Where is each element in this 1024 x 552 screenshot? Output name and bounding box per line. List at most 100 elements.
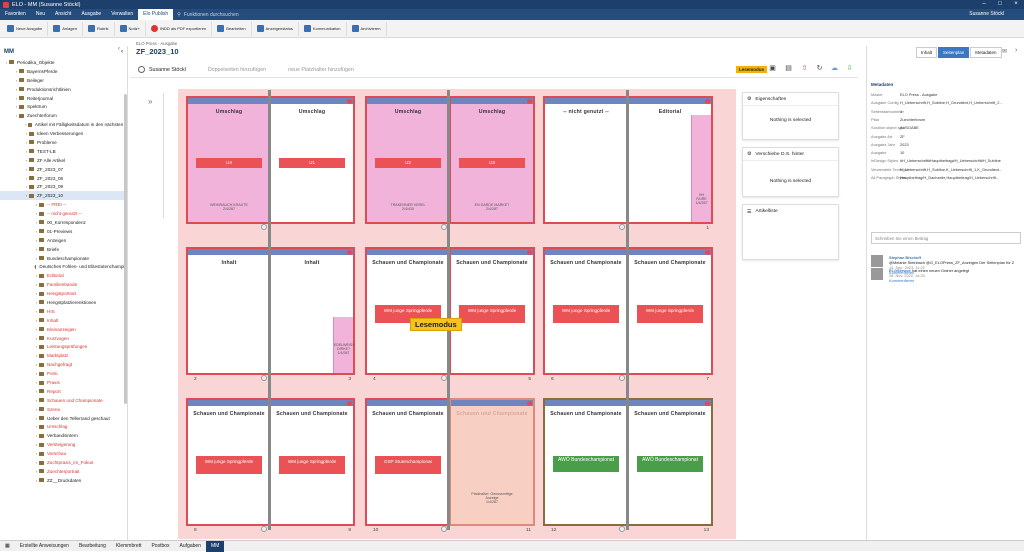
properties-header[interactable]: ⚙ Eigenschaften: [743, 93, 838, 106]
page-select-radio[interactable]: [261, 526, 267, 532]
tree-item[interactable]: › ZF_2023_09: [0, 182, 127, 191]
ad-placeholder[interactable]: EDELWEISS DIRKE? 1/4/287: [333, 317, 355, 373]
page-select-radio[interactable]: [261, 224, 267, 230]
tree-item[interactable]: › Leistungsprüfungen: [0, 343, 127, 352]
download-icon[interactable]: ⇩: [845, 65, 854, 73]
tree-item[interactable]: › 01-Previews: [0, 227, 127, 236]
grid-icon[interactable]: ▤: [784, 65, 793, 73]
status-instructions[interactable]: Erstellte Anweisungen: [15, 543, 74, 549]
tree-item[interactable]: › Marktplatz: [0, 351, 127, 360]
tree-item[interactable]: › Zuchtpraxis_im_Fokus: [0, 458, 127, 467]
page-unused[interactable]: -- nicht genutzt --: [543, 96, 629, 224]
page-select-radio[interactable]: [619, 526, 625, 532]
expand-sidebar-icon[interactable]: »: [138, 93, 164, 218]
page-select-radio[interactable]: [619, 224, 625, 230]
function-search[interactable]: ⚲ Funktionen durchsuchen: [177, 12, 238, 18]
placeholder-box[interactable]: U2: [375, 158, 441, 168]
page-u1[interactable]: Umschlag U1: [261, 96, 355, 230]
tab-seitenplan[interactable]: Seitenplan: [938, 47, 970, 58]
tree-item[interactable]: › Bundeschampionate: [0, 254, 127, 263]
placeholder-box[interactable]: WM junge Springpferde: [279, 456, 345, 474]
ribbon-ad-status-button[interactable]: Anzeigenstatus: [252, 21, 299, 36]
mail-icon[interactable]: ✉: [1002, 48, 1007, 55]
tab-metadaten[interactable]: Metadaten: [970, 47, 1002, 58]
refresh-icon[interactable]: ↻: [815, 65, 824, 73]
current-user[interactable]: Susanne Stöckl: [969, 9, 1004, 20]
tree-item[interactable]: › Familienbande: [0, 280, 127, 289]
tree-item[interactable]: › Vorschau: [0, 449, 127, 458]
page-4[interactable]: Schauen und Championate WM junge Springp…: [365, 247, 451, 382]
tree-item[interactable]: › ZF Alle Artikel: [0, 156, 127, 165]
page-7[interactable]: Schauen und Championate WM junge Springp…: [619, 247, 713, 382]
page-u3[interactable]: Umschlag U3 EN GARDE MARKET 2/4/287: [441, 96, 535, 230]
tree-item[interactable]: › ZF_2023_10: [0, 191, 127, 201]
minimize-icon[interactable]: –: [976, 0, 992, 9]
tree-item[interactable]: › BayernsPferde: [0, 67, 127, 76]
page-3[interactable]: Inhalt EDELWEISS DIRKE? 1/4/287 3: [261, 247, 355, 382]
menu-ansicht[interactable]: Ansicht: [50, 9, 76, 20]
back-nav-icon[interactable]: ‹: [118, 46, 120, 52]
ad-placeholder[interactable]: HH FAIRE 1/4/287: [691, 115, 711, 222]
page-6[interactable]: Schauen und Championate WM junge Springp…: [543, 247, 629, 382]
ribbon-rubric-button[interactable]: Rubrik: [83, 21, 115, 36]
breadcrumb[interactable]: ELO Press - Ausgabe: [136, 41, 177, 46]
tree-item[interactable]: › 00_Korrespondenz: [0, 218, 127, 227]
tree-item[interactable]: › Kleinanzeigen: [0, 325, 127, 334]
page-u4[interactable]: Umschlag U4 WEIHRAUCH KRAUTE 2/4/287: [186, 96, 272, 224]
tree-item[interactable]: › Zuechterportrait: [0, 467, 127, 476]
tree-item[interactable]: › Ueber den Tellerrand geschaut: [0, 414, 127, 423]
page-editorial[interactable]: Editorial HH FAIRE 1/4/287 1: [619, 96, 713, 231]
ribbon-attachments-button[interactable]: Anlagen: [48, 21, 83, 36]
grid-menu-icon[interactable]: ▦: [0, 543, 15, 549]
placeholder-box[interactable]: WM junge Springpferde: [637, 305, 703, 323]
tree-item[interactable]: › Szene: [0, 405, 127, 414]
tree-item[interactable]: › -- nicht genutzt --: [0, 209, 127, 218]
tree-item[interactable]: › Artikel mit Fälligkeitsdatum in den näc…: [0, 120, 127, 129]
ribbon-new-issue-button[interactable]: Neue Ausgabe: [2, 21, 49, 36]
ribbon-archive-button[interactable]: Archivieren: [347, 21, 387, 36]
placeholder-box[interactable]: U3: [459, 158, 525, 168]
tree-item[interactable]: › Produktionsrichtlinien: [0, 85, 127, 94]
tree-item[interactable]: › Schauen und Championate: [0, 396, 127, 405]
upload-icon[interactable]: ⇧: [800, 65, 809, 73]
collapse-panel-icon[interactable]: ‹: [121, 49, 123, 55]
tree-item[interactable]: › ZF_2023_07: [0, 165, 127, 174]
placeholder-box[interactable]: U4: [196, 158, 262, 168]
menu-neu[interactable]: Neu: [31, 9, 50, 20]
placeholder-box[interactable]: AWÖ Bundeschampionat: [637, 456, 703, 472]
page-u2[interactable]: Umschlag U2 TRAKEHNER VEREL 2/4/430: [365, 96, 451, 224]
chevron-right-icon[interactable]: ›: [1015, 47, 1017, 54]
placeholder-box[interactable]: AWÖ Bundeschampionat: [553, 456, 619, 472]
placeholder-box[interactable]: WM junge Springpferde: [553, 305, 619, 323]
tree-item[interactable]: › Nachgefragt: [0, 360, 127, 369]
menu-verwalten[interactable]: Verwalten: [106, 9, 138, 20]
tree-item[interactable]: › -- FREI --: [0, 200, 127, 209]
placeholder-box[interactable]: U1: [279, 158, 345, 168]
status-editing[interactable]: Bearbeitung: [74, 543, 111, 549]
tree-item[interactable]: › Spektrum: [0, 102, 127, 111]
page-13[interactable]: Schauen und Championate AWÖ Bundeschampi…: [619, 398, 713, 533]
page-11[interactable]: Schauen und Championate Platzhalter: Gen…: [441, 398, 535, 533]
tree-item[interactable]: ›Deutsches Fohlen- und Elitestutenchampi…: [0, 262, 127, 271]
tree-item[interactable]: › Zuechterforum: [0, 111, 127, 120]
tab-inhalt[interactable]: Inhalt: [916, 47, 938, 58]
tree-item[interactable]: › Ideen Verbesserungen: [0, 129, 127, 138]
add-spreads-dropdown[interactable]: Doppelseiten hinzufügen: [208, 67, 266, 73]
article-list-header[interactable]: ☰ Artikelliste: [743, 205, 838, 218]
ribbon-communication-button[interactable]: Kommunikation: [299, 21, 347, 36]
status-tasks[interactable]: Aufgaben: [175, 543, 206, 549]
ribbon-edit-button[interactable]: Bearbeiten: [212, 21, 252, 36]
tree-item[interactable]: › Briefe: [0, 245, 127, 254]
cloud-icon[interactable]: ☁: [830, 65, 839, 73]
tree-item[interactable]: › Probleme: [0, 138, 127, 147]
move-spread-header[interactable]: ⚙ Verschiebe D.S. hinter: [743, 148, 838, 161]
placeholder-box[interactable]: WM junge Springpferde: [196, 456, 262, 474]
tree-item[interactable]: › Praxis: [0, 378, 127, 387]
page-2[interactable]: Inhalt 2: [186, 247, 272, 382]
tree-item[interactable]: › Anzeigen: [0, 236, 127, 245]
menu-ausgabe[interactable]: Ausgabe: [76, 9, 106, 20]
tree-item[interactable]: › Reiterjournal: [0, 94, 127, 103]
tree-item[interactable]: › Periodika_Objekte: [0, 58, 127, 67]
page-9[interactable]: Schauen und Championate WM junge Springp…: [261, 398, 355, 533]
image-icon[interactable]: ▣: [768, 65, 777, 73]
